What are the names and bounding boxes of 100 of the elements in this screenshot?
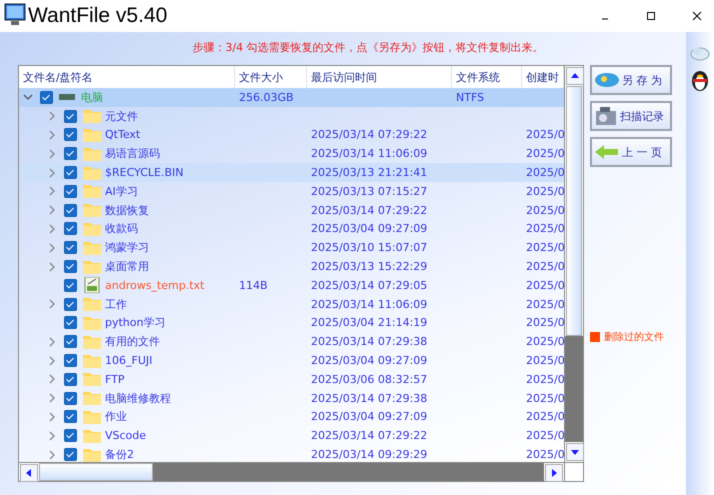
checkbox[interactable] xyxy=(64,241,77,254)
table-cell-text: NTFS xyxy=(455,90,486,104)
table-row[interactable]: 106_FUJI 2025/03/04 09:27:09 2025/0 xyxy=(19,351,564,370)
table-row[interactable]: $RECYCLE.BIN 2025/03/13 21:21:41 2025/0 xyxy=(19,163,564,182)
scroll-down-icon[interactable] xyxy=(566,443,584,461)
table-row[interactable]: 有用的文件 2025/03/14 07:29:38 2025/0 xyxy=(19,332,564,352)
expand-icon[interactable] xyxy=(47,186,57,196)
expand-icon[interactable] xyxy=(47,336,57,347)
tree-item-label: $RECYCLE.BIN xyxy=(105,166,184,180)
tree-item-label: 数据恢复 xyxy=(105,202,149,218)
checkbox[interactable] xyxy=(64,410,77,424)
checkbox[interactable] xyxy=(64,184,77,198)
checkbox[interactable] xyxy=(64,316,77,330)
folder-icon xyxy=(83,391,101,406)
checkbox[interactable] xyxy=(64,222,77,236)
tree-item-label: androws_temp.txt xyxy=(105,278,204,292)
folder-icon xyxy=(83,128,101,142)
checkbox[interactable] xyxy=(64,354,77,368)
expand-icon[interactable] xyxy=(47,450,57,460)
checkbox[interactable] xyxy=(64,448,77,462)
tree-item-label: 作业 xyxy=(105,409,127,424)
folder-icon xyxy=(83,203,101,218)
table-cell-text: 2025/03/14 09:29:29 xyxy=(310,448,428,462)
checkbox[interactable] xyxy=(64,166,77,180)
back-button[interactable]: 上 一 页 xyxy=(590,137,672,167)
table-cell-text: 2025/0 xyxy=(525,372,564,386)
checkbox[interactable] xyxy=(64,429,77,442)
drive-icon xyxy=(59,94,75,100)
table-row[interactable]: 易语言源码 2025/03/14 11:06:09 2025/0 xyxy=(19,144,564,164)
table-row[interactable]: 桌面常用 2025/03/13 15:22:29 2025/0 xyxy=(19,257,564,276)
table-cell-text: 2025/0 xyxy=(525,260,564,274)
table-cell-text: 2025/03/14 11:06:09 xyxy=(310,147,428,160)
checkbox[interactable] xyxy=(64,110,77,123)
table-row[interactable]: QtText 2025/03/14 07:29:22 2025/0 xyxy=(19,126,564,144)
scroll-up-icon[interactable] xyxy=(566,67,584,85)
table-cell-text: 114B xyxy=(238,278,269,292)
scroll-left-icon[interactable] xyxy=(20,464,38,482)
table-row[interactable]: 电脑维修教程 2025/03/14 07:29:38 2025/0 xyxy=(19,388,564,408)
table-row[interactable]: AI学习 2025/03/13 07:15:27 2025/0 xyxy=(19,182,564,201)
checkbox[interactable] xyxy=(64,392,77,405)
expand-icon[interactable] xyxy=(47,148,57,159)
table-cell-text: 2025/0 xyxy=(525,429,564,442)
table-cell-text: 2025/0 xyxy=(525,448,564,462)
folder-icon xyxy=(83,448,101,462)
cloud-icon xyxy=(594,72,620,88)
table-row[interactable]: 作业 2025/03/04 09:27:09 2025/0 xyxy=(19,408,564,426)
checkbox[interactable] xyxy=(64,204,77,217)
expand-icon[interactable] xyxy=(47,168,57,178)
checkbox[interactable] xyxy=(64,298,77,311)
expand-icon[interactable] xyxy=(47,430,57,441)
expand-icon[interactable] xyxy=(47,111,57,122)
expand-icon[interactable] xyxy=(47,242,57,253)
expand-icon[interactable] xyxy=(47,299,57,310)
table-cell-text: 2025/03/04 09:27:09 xyxy=(310,354,428,368)
checkbox[interactable] xyxy=(64,147,77,160)
table-cell-text: 2025/0 xyxy=(525,204,564,217)
expand-icon[interactable] xyxy=(47,393,57,404)
table-cell-text: 2025/03/04 09:27:09 xyxy=(310,410,428,424)
checkbox[interactable] xyxy=(64,278,77,292)
table-row[interactable]: 数据恢复 2025/03/14 07:29:22 2025/0 xyxy=(19,200,564,220)
scan-history-button[interactable]: 扫描记录 xyxy=(590,101,672,131)
scroll-right-icon[interactable] xyxy=(545,464,563,482)
expand-icon[interactable] xyxy=(47,224,57,234)
table-row[interactable]: FTP 2025/03/06 08:32:57 2025/0 xyxy=(19,370,564,389)
table-cell-text: 2025/03/14 07:29:22 xyxy=(310,128,428,142)
penguin-icon[interactable] xyxy=(690,68,710,92)
table-cell-text: 2025/03/06 08:32:57 xyxy=(310,372,428,386)
scrollbar-thumb[interactable] xyxy=(39,463,153,481)
vertical-scrollbar[interactable] xyxy=(564,66,583,462)
legend-label: 删除过的文件 xyxy=(604,330,664,344)
scrollbar-thumb[interactable] xyxy=(566,86,582,336)
checkbox[interactable] xyxy=(64,260,77,274)
expand-icon[interactable] xyxy=(47,356,57,366)
table-cell-text: 2025/03/13 07:15:27 xyxy=(310,184,428,198)
table-row[interactable]: androws_temp.txt 114B 2025/03/14 07:29:05 2025/0 xyxy=(19,276,564,295)
close-icon[interactable] xyxy=(692,11,702,21)
checkbox[interactable] xyxy=(64,372,77,386)
folder-icon xyxy=(83,410,101,424)
tree-item-label: 有用的文件 xyxy=(105,334,160,350)
save-as-button[interactable]: 另 存 为 xyxy=(590,65,672,95)
maximize-icon[interactable] xyxy=(646,11,656,21)
checkbox[interactable] xyxy=(64,128,77,142)
tree-item-label: 电脑维修教程 xyxy=(105,390,171,406)
checkbox[interactable] xyxy=(40,90,53,104)
horizontal-scrollbar[interactable] xyxy=(19,462,583,481)
table-row[interactable]: python学习 2025/03/04 21:14:19 2025/0 xyxy=(19,314,564,332)
table-row[interactable]: 工作 2025/03/14 11:06:09 2025/0 xyxy=(19,294,564,314)
expand-icon[interactable] xyxy=(47,262,57,272)
expand-icon[interactable] xyxy=(47,130,57,140)
table-row[interactable]: 备份2 2025/03/14 09:29:29 2025/0 xyxy=(19,445,564,462)
table-row[interactable]: 收款码 2025/03/04 09:27:09 2025/0 xyxy=(19,220,564,238)
table-row[interactable]: VScode 2025/03/14 07:29:22 2025/0 xyxy=(19,426,564,446)
expand-icon[interactable] xyxy=(47,205,57,216)
expand-icon[interactable] xyxy=(47,412,57,422)
table-row[interactable]: 电脑 256.03GB NTFS xyxy=(19,88,564,107)
expand-icon[interactable] xyxy=(47,374,57,384)
table-row[interactable]: 元文件 xyxy=(19,106,564,126)
table-row[interactable]: 鸿蒙学习 2025/03/10 15:07:07 2025/0 xyxy=(19,238,564,258)
collapse-icon[interactable] xyxy=(23,92,33,102)
checkbox[interactable] xyxy=(64,335,77,348)
